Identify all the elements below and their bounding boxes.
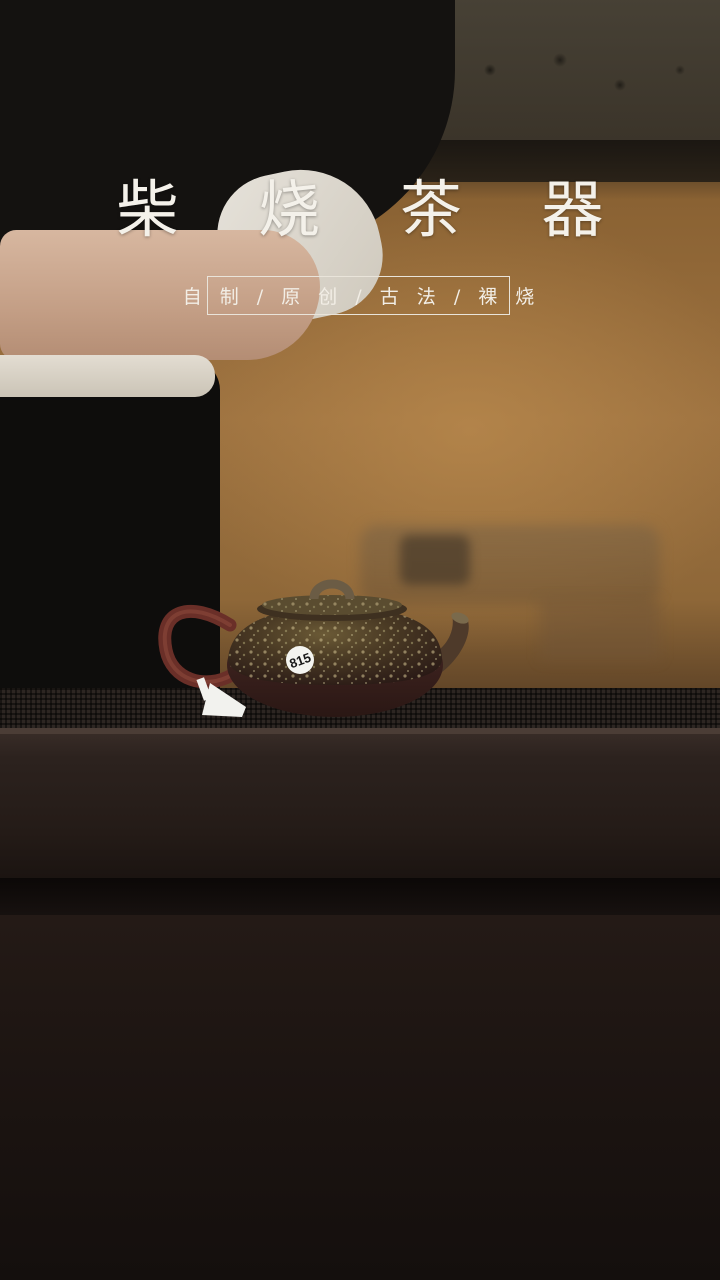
subtitle-frame: 自 制 / 原 创 / 古 法 / 裸 烧: [183, 276, 534, 315]
title-text: 柴 烧 茶 器: [116, 173, 634, 246]
background-decor: [470, 40, 700, 120]
person-arm-cuff: [0, 355, 215, 397]
teapot: 815: [158, 579, 469, 717]
tea-tray-shadow: [0, 878, 720, 918]
background-cabinet: [540, 600, 660, 660]
tea-tray-edge: [0, 728, 720, 734]
table-surface: [0, 915, 720, 1280]
subtitle-text: 自 制 / 原 创 / 古 法 / 裸 烧: [182, 286, 541, 308]
product-photo: 815 柴 烧 茶 器 自 制 / 原 创 / 古 法 / 裸 烧: [0, 0, 720, 1280]
tea-tray-front: [0, 728, 720, 878]
